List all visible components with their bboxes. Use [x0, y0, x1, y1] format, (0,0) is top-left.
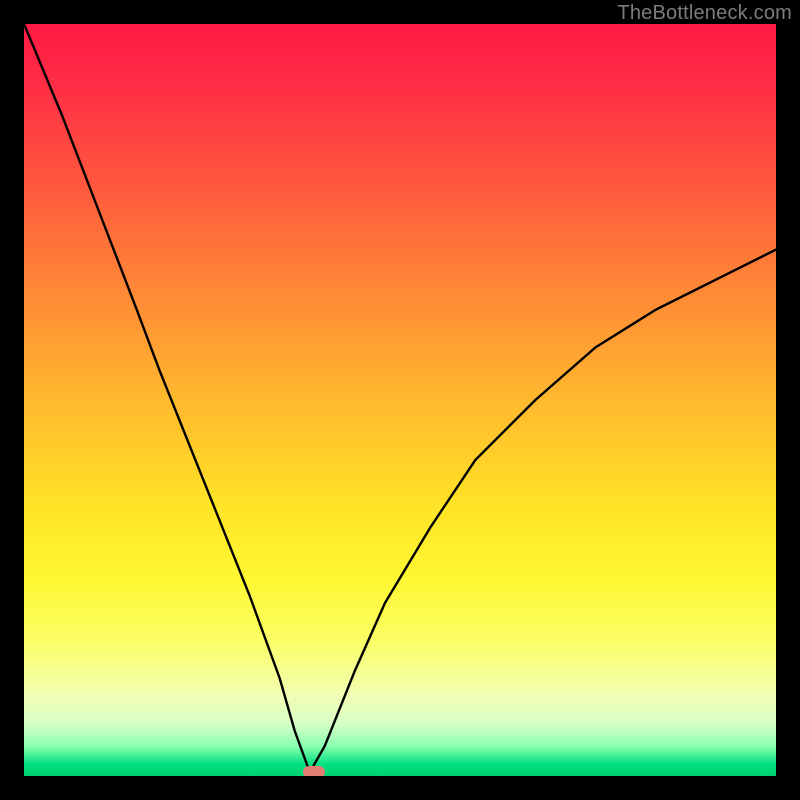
bottleneck-curve — [24, 24, 776, 776]
watermark-text: TheBottleneck.com — [617, 2, 792, 25]
chart-frame: TheBottleneck.com — [0, 0, 800, 800]
minimum-marker — [303, 766, 325, 776]
plot-area — [24, 24, 776, 776]
